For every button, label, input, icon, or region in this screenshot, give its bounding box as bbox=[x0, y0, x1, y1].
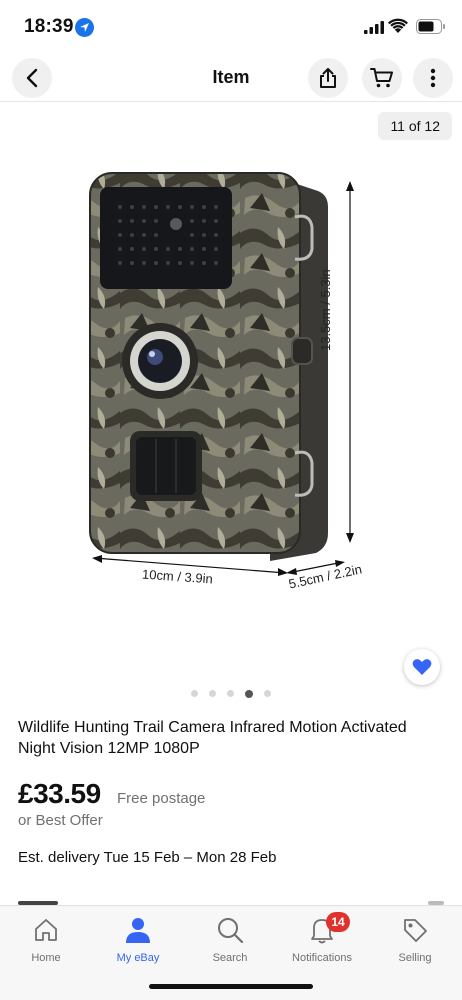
listing-price: £33.59 bbox=[18, 778, 101, 809]
delivery-dates: Tue 15 Feb – Mon 28 Feb bbox=[103, 849, 277, 866]
postage-info: Free postage bbox=[117, 790, 206, 807]
delivery-prefix: Est. delivery bbox=[18, 849, 104, 866]
tab-my-ebay-label: My eBay bbox=[116, 952, 160, 964]
notifications-badge: 14 bbox=[326, 912, 350, 932]
tag-icon bbox=[404, 919, 427, 942]
home-icon bbox=[35, 919, 57, 941]
wifi-icon bbox=[388, 18, 408, 34]
pagination-dot-active[interactable] bbox=[245, 689, 253, 698]
tab-selling-label: Selling bbox=[398, 952, 432, 964]
dimension-height-label: 13.5cm / 5.3in bbox=[318, 269, 333, 351]
cellular-signal-icon bbox=[364, 21, 384, 34]
tab-notifications-label: Notifications bbox=[292, 952, 352, 964]
tab-notifications[interactable]: 14 Notifications bbox=[276, 912, 368, 964]
home-indicator[interactable] bbox=[149, 984, 313, 989]
nav-header: Item bbox=[0, 54, 462, 102]
pagination-dot[interactable] bbox=[227, 690, 234, 697]
pagination-dot[interactable] bbox=[264, 690, 271, 697]
location-arrow-icon bbox=[75, 18, 94, 37]
best-offer-info: or Best Offer bbox=[18, 812, 103, 829]
tab-my-ebay[interactable]: My eBay bbox=[92, 914, 184, 964]
cart-button[interactable] bbox=[362, 58, 402, 98]
tab-selling[interactable]: Selling bbox=[369, 914, 461, 964]
tab-home-label: Home bbox=[31, 952, 61, 964]
share-icon bbox=[320, 68, 336, 88]
status-bar: 18:39 bbox=[0, 0, 462, 54]
tab-search-label: Search bbox=[212, 952, 248, 964]
gallery-pagination-dots bbox=[0, 689, 462, 698]
image-counter: 11 of 12 bbox=[378, 112, 452, 140]
heart-icon bbox=[412, 659, 432, 675]
search-icon bbox=[218, 918, 244, 944]
more-vertical-icon bbox=[430, 68, 436, 88]
listing-title: Wildlife Hunting Trail Camera Infrared M… bbox=[18, 719, 407, 757]
pagination-dot[interactable] bbox=[209, 690, 216, 697]
person-icon bbox=[126, 918, 150, 943]
tab-home[interactable]: Home bbox=[0, 914, 92, 964]
product-image-trail-camera bbox=[89, 172, 354, 576]
image-gallery[interactable]: 11 of 12 13.5cm / 5.3in 10cm / 3.9in 5.5… bbox=[0, 103, 462, 703]
pagination-dot[interactable] bbox=[191, 690, 198, 697]
share-button[interactable] bbox=[308, 58, 348, 98]
status-time: 18:39 bbox=[24, 16, 74, 37]
tab-search[interactable]: Search bbox=[184, 914, 276, 964]
cart-icon bbox=[370, 68, 393, 88]
watch-heart-button[interactable] bbox=[404, 649, 440, 685]
more-options-button[interactable] bbox=[413, 58, 453, 98]
battery-icon bbox=[416, 19, 446, 34]
delivery-estimate: Est. delivery Tue 15 Feb – Mon 28 Feb bbox=[18, 849, 276, 866]
